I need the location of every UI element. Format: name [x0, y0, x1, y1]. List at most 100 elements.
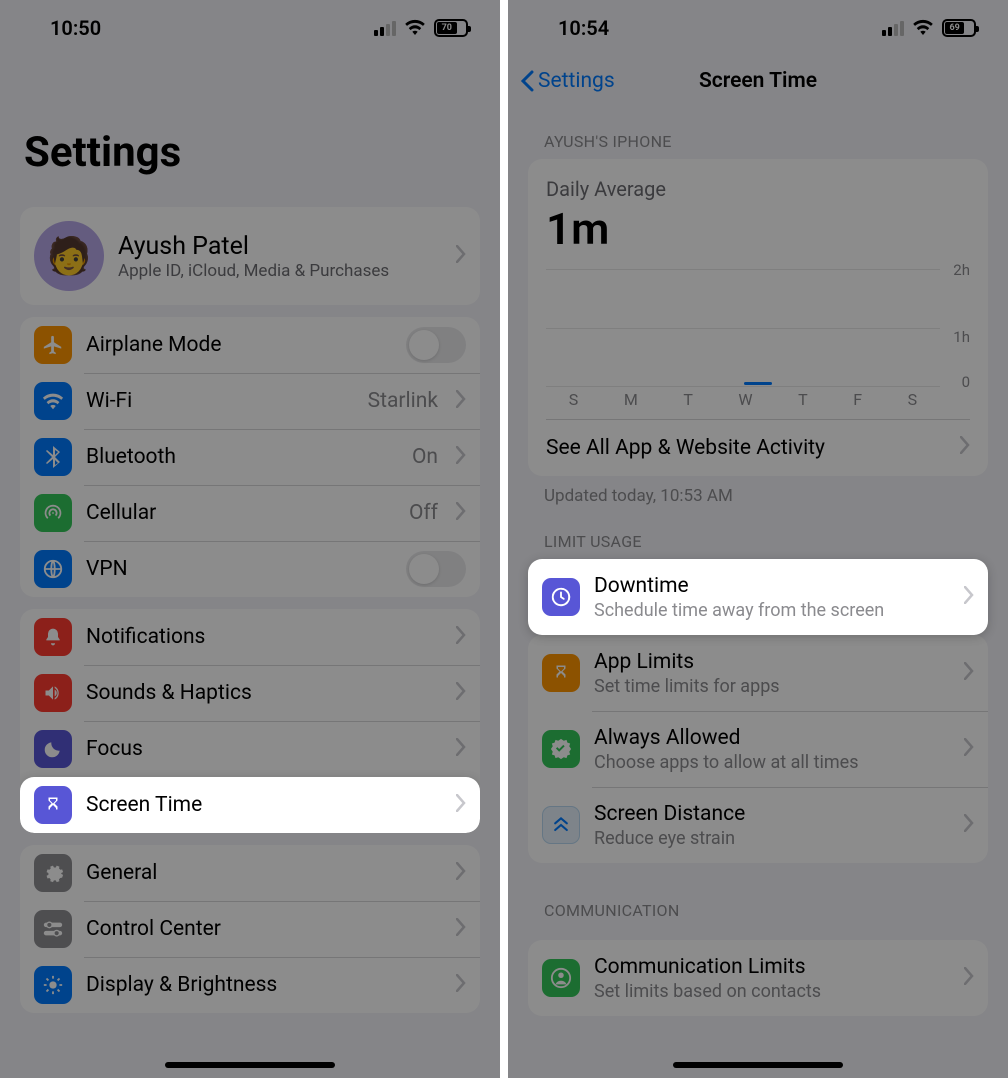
page-title: Settings — [0, 56, 500, 195]
profile-group: 🧑 Ayush Patel Apple ID, iCloud, Media & … — [20, 207, 480, 305]
label-sun: S — [569, 390, 579, 409]
focus-row[interactable]: Focus — [20, 721, 480, 777]
label-fri: F — [853, 390, 862, 409]
airplane-mode-row[interactable]: Airplane Mode — [20, 317, 480, 373]
back-button[interactable]: Settings — [520, 69, 615, 93]
wifi-settings-icon — [34, 382, 72, 420]
hourglass-icon — [542, 654, 580, 692]
airplane-icon — [34, 326, 72, 364]
notifications-row[interactable]: Notifications — [20, 609, 480, 665]
daily-average-value: 1m — [546, 203, 970, 255]
device-header: AYUSH'S IPHONE — [508, 106, 1008, 159]
wifi-icon — [912, 16, 934, 40]
display-label: Display & Brightness — [86, 973, 442, 997]
screen-distance-title: Screen Distance — [594, 802, 950, 826]
screen-time-label: Screen Time — [86, 793, 442, 817]
always-allowed-title: Always Allowed — [594, 726, 950, 750]
bluetooth-value: On — [412, 445, 438, 469]
settings-screen: 10:50 70 Settings 🧑 Ayush Patel Apple ID… — [0, 0, 500, 1078]
chevron-right-icon — [456, 918, 466, 940]
chevron-right-icon — [964, 662, 974, 684]
display-row[interactable]: Display & Brightness — [20, 957, 480, 1013]
chevron-right-icon — [456, 682, 466, 704]
axis-2h: 2h — [953, 261, 970, 279]
always-allowed-row[interactable]: Always Allowed Choose apps to allow at a… — [528, 711, 988, 787]
cellular-row[interactable]: Cellular Off — [20, 485, 480, 541]
limit-usage-header: LIMIT USAGE — [508, 506, 1008, 559]
vpn-toggle[interactable] — [406, 551, 466, 587]
app-limits-row[interactable]: App Limits Set time limits for apps — [528, 635, 988, 711]
cellular-value: Off — [409, 501, 438, 525]
focus-label: Focus — [86, 737, 442, 761]
downtime-row[interactable]: Downtime Schedule time away from the scr… — [528, 559, 988, 635]
bluetooth-row[interactable]: Bluetooth On — [20, 429, 480, 485]
profile-sub: Apple ID, iCloud, Media & Purchases — [118, 261, 442, 281]
sounds-row[interactable]: Sounds & Haptics — [20, 665, 480, 721]
cellular-signal-icon — [374, 21, 396, 36]
notifications-group: Notifications Sounds & Haptics Focus Scr… — [20, 609, 480, 833]
airplane-toggle[interactable] — [406, 327, 466, 363]
chevron-right-icon — [960, 436, 970, 460]
control-center-row[interactable]: Control Center — [20, 901, 480, 957]
chevron-right-icon — [964, 586, 974, 608]
communication-limits-row[interactable]: Communication Limits Set limits based on… — [528, 940, 988, 1016]
chevron-right-icon — [456, 626, 466, 648]
bluetooth-icon — [34, 438, 72, 476]
chevron-right-icon — [456, 245, 466, 267]
brightness-icon — [34, 966, 72, 1004]
usage-card[interactable]: Daily Average 1m 2h 1h 0 S M T W T F S — [528, 159, 988, 476]
communication-header: COMMUNICATION — [508, 875, 1008, 928]
label-thu: T — [798, 390, 808, 409]
bell-icon — [34, 618, 72, 656]
connectivity-group: Airplane Mode Wi-Fi Starlink Bluetooth O… — [20, 317, 480, 597]
wifi-icon — [404, 16, 426, 40]
usage-chart: 2h 1h 0 S M T W T F S — [546, 269, 970, 409]
bar-wednesday — [744, 382, 772, 385]
screen-distance-row[interactable]: Screen Distance Reduce eye strain — [528, 787, 988, 863]
vpn-row[interactable]: VPN — [20, 541, 480, 597]
chevron-right-icon — [456, 794, 466, 816]
day-labels: S M T W T F S — [546, 390, 940, 409]
updated-text: Updated today, 10:53 AM — [508, 476, 1008, 506]
chevron-right-icon — [456, 974, 466, 996]
axis-1h: 1h — [953, 328, 970, 346]
person-icon — [542, 959, 580, 997]
home-indicator[interactable] — [673, 1062, 843, 1068]
limit-usage-group: App Limits Set time limits for apps Alwa… — [528, 635, 988, 863]
bluetooth-label: Bluetooth — [86, 445, 398, 469]
always-allowed-sub: Choose apps to allow at all times — [594, 752, 950, 773]
moon-icon — [34, 730, 72, 768]
back-label: Settings — [538, 69, 615, 93]
vpn-icon — [34, 550, 72, 588]
general-label: General — [86, 861, 442, 885]
screen-time-screen: 10:54 69 Settings Screen Time AYUSH'S IP… — [508, 0, 1008, 1078]
speaker-icon — [34, 674, 72, 712]
screen-time-row[interactable]: Screen Time — [20, 777, 480, 833]
chevron-right-icon — [456, 390, 466, 412]
sounds-label: Sounds & Haptics — [86, 681, 442, 705]
downtime-sub: Schedule time away from the screen — [594, 600, 950, 621]
communication-limits-title: Communication Limits — [594, 955, 950, 979]
label-sat: S — [908, 390, 918, 409]
see-all-activity-row[interactable]: See All App & Website Activity — [546, 419, 970, 476]
general-row[interactable]: General — [20, 845, 480, 901]
battery-icon: 70 — [434, 19, 468, 37]
notifications-label: Notifications — [86, 625, 442, 649]
sliders-icon — [34, 910, 72, 948]
axis-0: 0 — [962, 373, 970, 391]
chevron-right-icon — [456, 738, 466, 760]
gear-icon — [34, 854, 72, 892]
battery-icon: 69 — [942, 19, 976, 37]
apple-id-row[interactable]: 🧑 Ayush Patel Apple ID, iCloud, Media & … — [20, 207, 480, 305]
arrows-up-icon — [542, 806, 580, 844]
app-limits-sub: Set time limits for apps — [594, 676, 950, 697]
home-indicator[interactable] — [165, 1062, 335, 1068]
screen-divider — [500, 0, 508, 1078]
screen-distance-sub: Reduce eye strain — [594, 828, 950, 849]
chevron-right-icon — [964, 967, 974, 989]
downtime-card: Downtime Schedule time away from the scr… — [528, 559, 988, 635]
wifi-row[interactable]: Wi-Fi Starlink — [20, 373, 480, 429]
status-time: 10:54 — [558, 16, 609, 40]
chevron-right-icon — [964, 738, 974, 760]
nav-bar: Settings Screen Time — [508, 56, 1008, 106]
